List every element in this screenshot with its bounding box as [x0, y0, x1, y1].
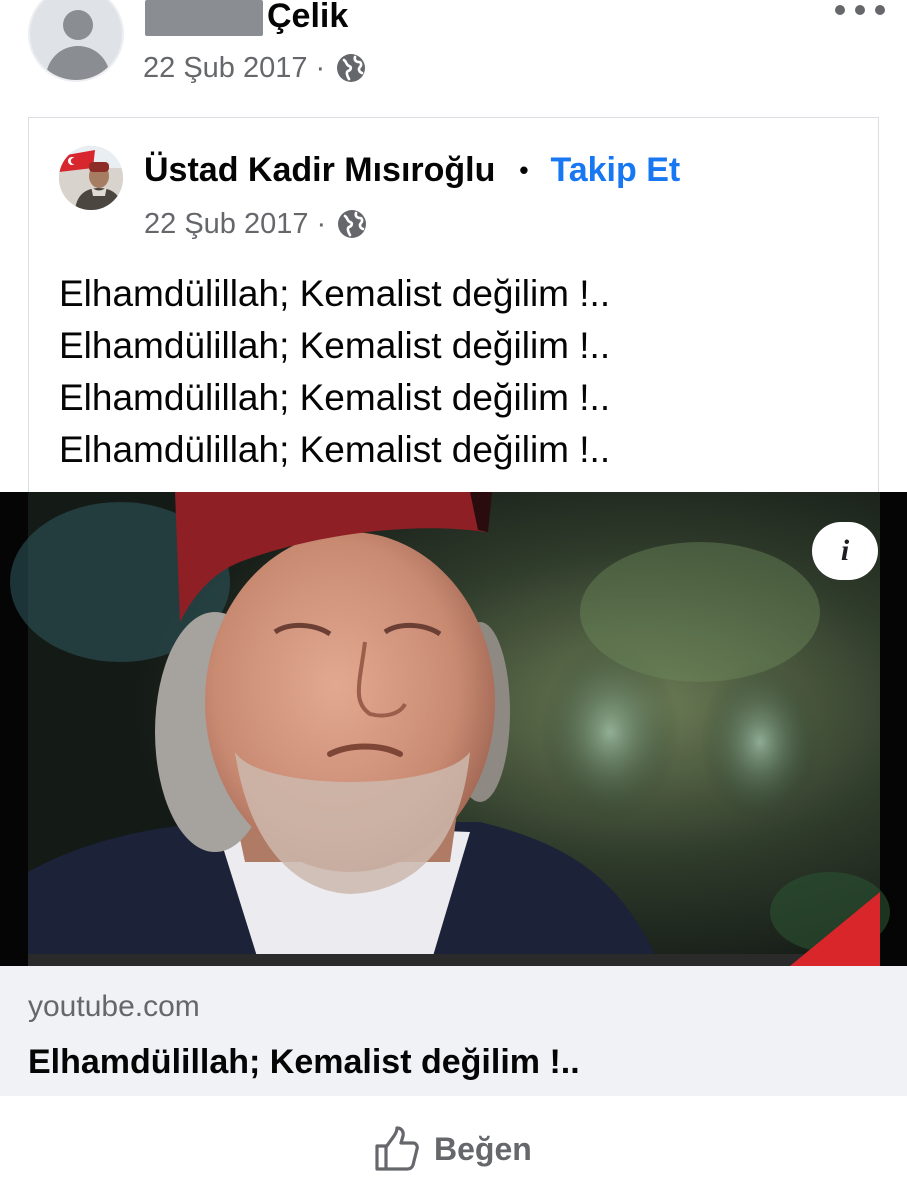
- more-dot: [875, 5, 885, 15]
- shared-date[interactable]: 22 Şub 2017: [144, 206, 308, 242]
- post-header: Çelik 22 Şub 2017 ·: [0, 0, 907, 110]
- post-text-line: Elhamdülillah; Kemalist değilim !..: [59, 273, 611, 314]
- meta-separator: ·: [315, 52, 326, 84]
- redacted-name: [145, 0, 263, 36]
- post-date[interactable]: 22 Şub 2017: [143, 50, 307, 86]
- globe-icon: [338, 210, 367, 238]
- shared-post-card[interactable]: Üstad Kadir Mısıroğlu • Takip Et 22 Şub …: [28, 117, 879, 492]
- shared-avatar-image: [59, 146, 123, 210]
- post-meta: 22 Şub 2017 ·: [143, 50, 367, 86]
- shared-author-name[interactable]: Üstad Kadir Mısıroğlu: [144, 148, 495, 192]
- post-text-line: Elhamdülillah; Kemalist değilim !..: [59, 377, 611, 418]
- thumbs-up-icon: [375, 1126, 419, 1171]
- more-dot: [835, 5, 845, 15]
- link-caption[interactable]: youtube.com Elhamdülillah; Kemalist deği…: [0, 966, 907, 1096]
- post-text-line: Elhamdülillah; Kemalist değilim !..: [59, 429, 611, 470]
- like-button[interactable]: Beğen: [372, 1124, 532, 1174]
- avatar-silhouette-head: [63, 10, 93, 40]
- avatar-silhouette-body: [46, 46, 110, 80]
- video-thumbnail: [0, 492, 907, 966]
- action-bar: Beğen: [0, 1096, 907, 1200]
- shared-author-avatar[interactable]: [59, 146, 123, 210]
- shared-author-row: Üstad Kadir Mısıroğlu • Takip Et: [144, 148, 680, 192]
- more-options-icon[interactable]: [835, 2, 885, 18]
- meta-separator: ·: [316, 208, 327, 240]
- link-title[interactable]: Elhamdülillah; Kemalist değilim !..: [28, 1040, 580, 1084]
- shared-meta: 22 Şub 2017 ·: [144, 206, 368, 242]
- name-bullet: •: [519, 155, 529, 185]
- globe-icon: [337, 54, 366, 82]
- more-dot: [855, 5, 865, 15]
- link-preview-image[interactable]: i: [0, 492, 907, 966]
- info-icon[interactable]: i: [812, 522, 878, 580]
- author-avatar[interactable]: [28, 0, 124, 82]
- post-text: Elhamdülillah; Kemalist değilim !.. Elha…: [59, 268, 610, 476]
- link-domain: youtube.com: [28, 990, 200, 1023]
- follow-button[interactable]: Takip Et: [550, 148, 680, 192]
- like-label: Beğen: [434, 1130, 532, 1167]
- post-text-line: Elhamdülillah; Kemalist değilim !..: [59, 325, 611, 366]
- author-name[interactable]: Çelik: [267, 0, 348, 38]
